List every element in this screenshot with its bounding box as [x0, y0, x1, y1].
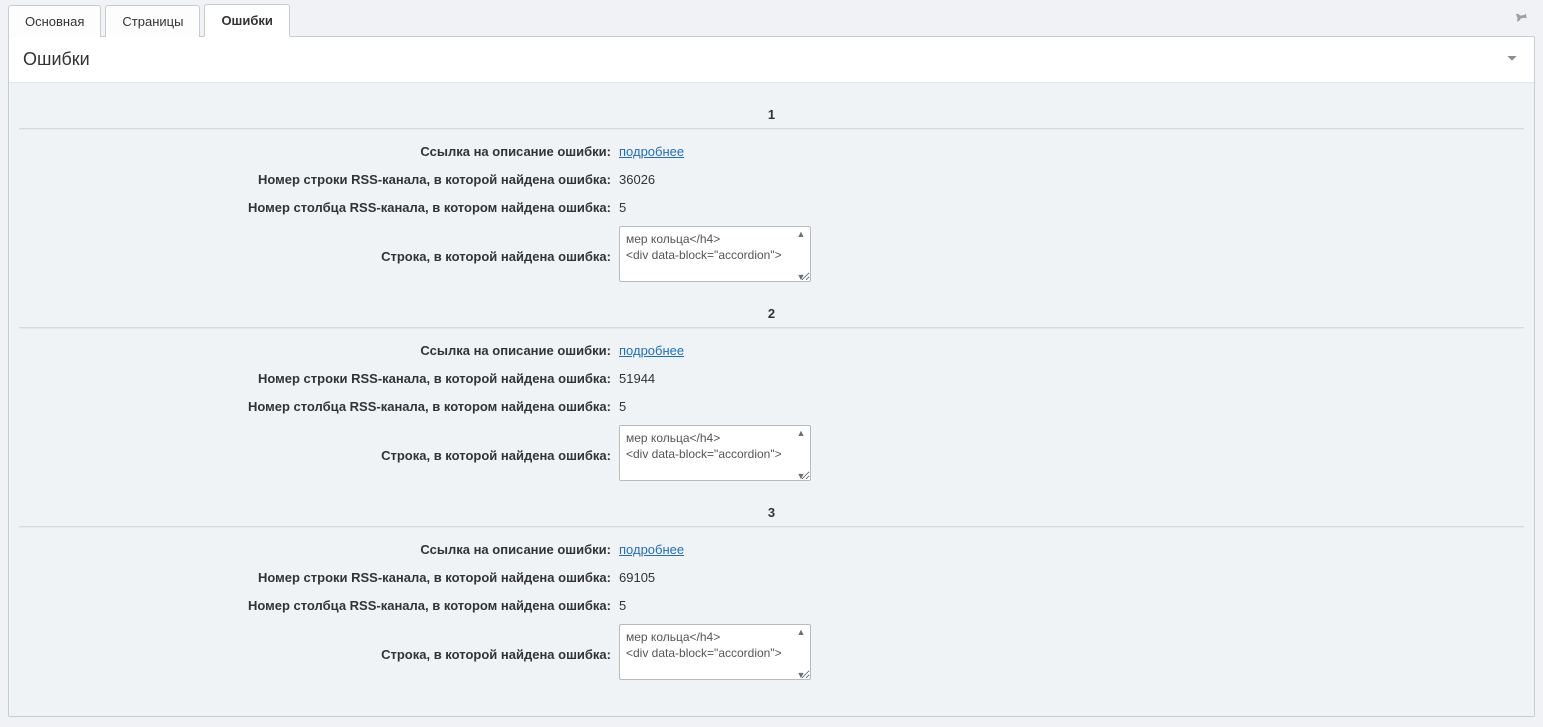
- snippet-textarea[interactable]: [619, 624, 811, 680]
- label-link: Ссылка на описание ошибки:: [19, 142, 619, 162]
- error-block: 1 Ссылка на описание ошибки: подробнее Н…: [19, 101, 1524, 292]
- label-snippet: Строка, в которой найдена ошибка:: [19, 247, 619, 267]
- value-col: 5: [619, 596, 626, 616]
- error-index: 2: [19, 300, 1524, 327]
- details-link[interactable]: подробнее: [619, 343, 684, 358]
- value-row: 51944: [619, 369, 655, 389]
- error-block: 2 Ссылка на описание ошибки: подробнее Н…: [19, 300, 1524, 491]
- tab-pages[interactable]: Страницы: [105, 5, 200, 37]
- value-col: 5: [619, 397, 626, 417]
- pin-icon[interactable]: [1513, 8, 1529, 27]
- divider: [19, 526, 1524, 528]
- error-index: 3: [19, 499, 1524, 526]
- error-index: 1: [19, 101, 1524, 128]
- tab-errors[interactable]: Ошибки: [204, 4, 289, 37]
- snippet-textarea[interactable]: [619, 226, 811, 282]
- panel-body: 1 Ссылка на описание ошибки: подробнее Н…: [9, 83, 1534, 716]
- label-col: Номер столбца RSS-канала, в котором найд…: [19, 596, 619, 616]
- errors-panel: Ошибки 1 Ссылка на описание ошибки: подр…: [8, 36, 1535, 717]
- error-block: 3 Ссылка на описание ошибки: подробнее Н…: [19, 499, 1524, 690]
- value-col: 5: [619, 198, 626, 218]
- label-link: Ссылка на описание ошибки:: [19, 540, 619, 560]
- label-col: Номер столбца RSS-канала, в котором найд…: [19, 397, 619, 417]
- label-row: Номер строки RSS-канала, в которой найде…: [19, 369, 619, 389]
- divider: [19, 327, 1524, 329]
- panel-header: Ошибки: [9, 37, 1534, 83]
- tab-main[interactable]: Основная: [8, 5, 101, 37]
- label-link: Ссылка на описание ошибки:: [19, 341, 619, 361]
- value-row: 36026: [619, 170, 655, 190]
- details-link[interactable]: подробнее: [619, 144, 684, 159]
- panel-title: Ошибки: [23, 49, 90, 70]
- value-row: 69105: [619, 568, 655, 588]
- divider: [19, 128, 1524, 130]
- chevron-down-icon[interactable]: [1504, 50, 1520, 69]
- label-row: Номер строки RSS-канала, в которой найде…: [19, 568, 619, 588]
- label-col: Номер столбца RSS-канала, в котором найд…: [19, 198, 619, 218]
- details-link[interactable]: подробнее: [619, 542, 684, 557]
- label-snippet: Строка, в которой найдена ошибка:: [19, 446, 619, 466]
- label-row: Номер строки RSS-канала, в которой найде…: [19, 170, 619, 190]
- snippet-textarea[interactable]: [619, 425, 811, 481]
- label-snippet: Строка, в которой найдена ошибка:: [19, 645, 619, 665]
- tabs-bar: Основная Страницы Ошибки: [0, 0, 1543, 36]
